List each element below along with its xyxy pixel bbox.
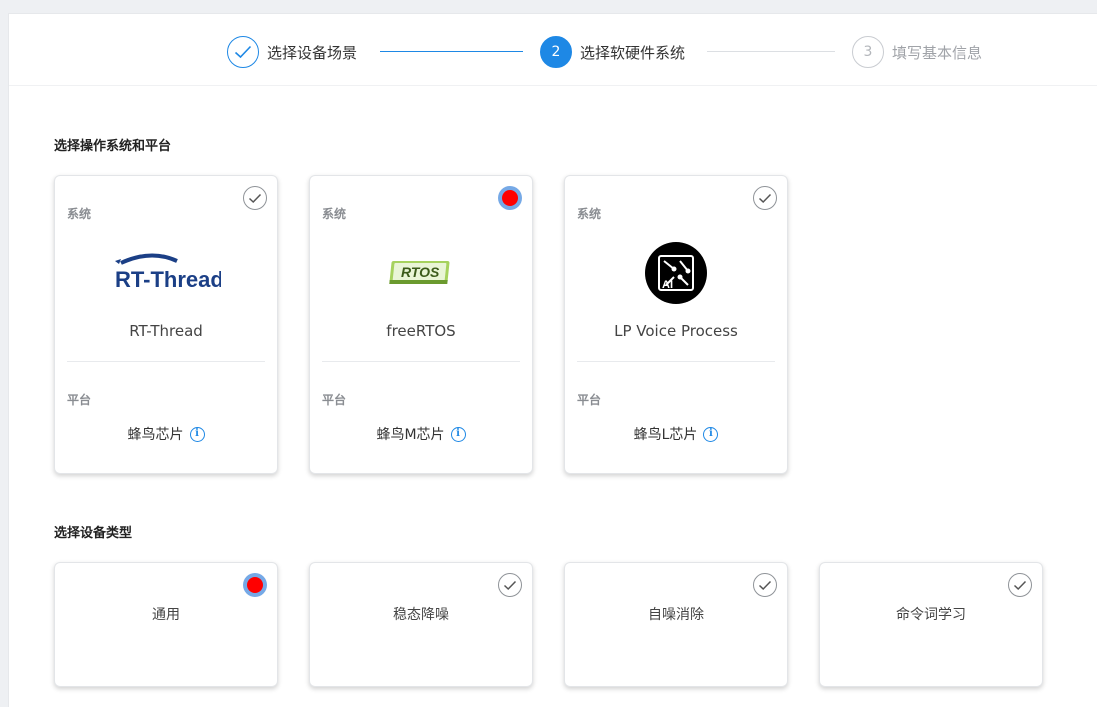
step-number-2: 2 (540, 36, 572, 68)
rt-thread-logo: RT-Thread (55, 240, 277, 306)
os-card-lp-voice-process[interactable]: 系统 AI LP Voice Process 平台 蜂鸟L芯片 i (564, 175, 788, 474)
platform-row: 蜂鸟M芯片 i (310, 424, 532, 444)
step-connector-2 (707, 51, 835, 52)
os-section-title: 选择操作系统和平台 (54, 139, 172, 154)
card-divider (577, 361, 775, 362)
step-select-scene[interactable]: 选择设备场景 (227, 36, 357, 68)
step-check-icon (227, 36, 259, 68)
device-section-title: 选择设备类型 (54, 526, 133, 541)
selected-radio-icon[interactable] (243, 573, 267, 597)
step-connector-1 (380, 51, 523, 52)
step-fill-info[interactable]: 3 填写基本信息 (852, 36, 982, 68)
info-icon[interactable]: i (450, 426, 466, 442)
info-icon[interactable]: i (703, 426, 719, 442)
card-divider (67, 361, 265, 362)
device-card-command-word-learning[interactable]: 命令词学习 (819, 562, 1043, 687)
platform-label: 平台 (67, 393, 92, 407)
stepper: 选择设备场景 2 选择软硬件系统 3 填写基本信息 (9, 14, 1097, 86)
os-card-freertos[interactable]: 系统 RTOS freeRTOS 平台 蜂鸟M芯片 i (309, 175, 533, 474)
unchecked-check-icon[interactable] (1008, 573, 1032, 597)
step-select-system[interactable]: 2 选择软硬件系统 (540, 36, 685, 68)
device-card-self-noise-cancel[interactable]: 自噪消除 (564, 562, 788, 687)
os-name: LP Voice Process (614, 322, 738, 340)
platform-row: 蜂鸟L芯片 i (565, 424, 787, 444)
system-label: 系统 (67, 207, 92, 221)
freertos-logo: RTOS (310, 240, 532, 306)
step-label-scene: 选择设备场景 (267, 43, 358, 62)
unchecked-check-icon[interactable] (498, 573, 522, 597)
page: 选择设备场景 2 选择软硬件系统 3 填写基本信息 选择操作系统和平台 系统 R… (8, 13, 1097, 707)
platform-label: 平台 (577, 393, 602, 407)
unchecked-check-icon[interactable] (753, 573, 777, 597)
device-name: 命令词学习 (896, 607, 966, 623)
platform-row: 蜂鸟芯片 i (55, 424, 277, 444)
info-icon[interactable]: i (189, 426, 205, 442)
platform-name: 蜂鸟M芯片 (376, 427, 445, 443)
ai-chip-logo: AI (565, 240, 787, 306)
selected-radio-icon[interactable] (498, 186, 522, 210)
step-label-info: 填写基本信息 (892, 43, 983, 62)
step-number-3: 3 (852, 36, 884, 68)
platform-name: 蜂鸟L芯片 (633, 427, 698, 443)
os-card-rt-thread[interactable]: 系统 RT-Thread RT-Thread 平台 蜂鸟芯片 i (54, 175, 278, 474)
os-name: freeRTOS (386, 322, 456, 340)
device-card-steady-noise-reduction[interactable]: 稳态降噪 (309, 562, 533, 687)
system-label: 系统 (577, 207, 602, 221)
platform-label: 平台 (322, 393, 347, 407)
unchecked-check-icon[interactable] (243, 186, 267, 210)
unchecked-check-icon[interactable] (753, 186, 777, 210)
os-name: RT-Thread (129, 322, 203, 340)
freertos-logo-text: RTOS (401, 264, 440, 280)
device-name: 通用 (152, 607, 180, 623)
rt-thread-logo-text: RT-Thread (115, 267, 221, 292)
system-label: 系统 (322, 207, 347, 221)
device-name: 自噪消除 (648, 607, 704, 623)
platform-name: 蜂鸟芯片 (127, 427, 184, 443)
step-label-system: 选择软硬件系统 (580, 43, 686, 62)
card-divider (322, 361, 520, 362)
device-name: 稳态降噪 (393, 607, 449, 623)
ai-logo-text: AI (662, 279, 673, 291)
device-card-general[interactable]: 通用 (54, 562, 278, 687)
